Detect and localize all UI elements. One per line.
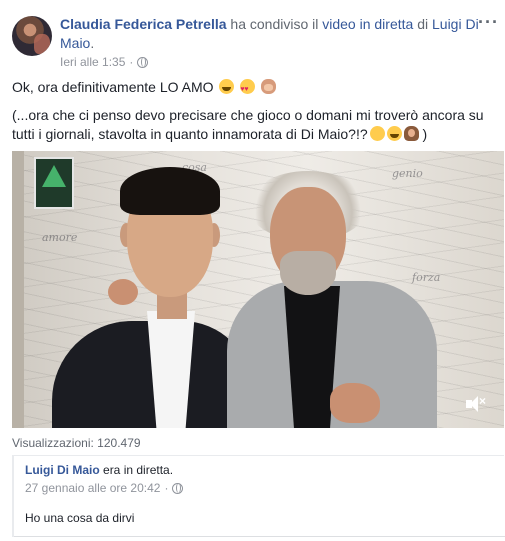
post-text-1: Ok, ora definitivamente LO AMO: [12, 79, 214, 95]
author-name-link[interactable]: Claudia Federica Petrella: [60, 16, 227, 32]
laughing-emoji-icon: [386, 126, 402, 141]
facebook-post: Claudia Federica Petrella ha condiviso i…: [0, 0, 505, 541]
post-meta: Ieri alle 1:35 ·: [60, 55, 149, 69]
person-left-hair: [120, 167, 220, 215]
shared-timestamp[interactable]: 27 gennaio alle ore 20:42: [25, 481, 160, 495]
shared-message: Ho una cosa da dirvi: [25, 511, 135, 525]
see-no-evil-monkey-emoji-icon: [261, 79, 277, 94]
shared-author-link[interactable]: Luigi Di Maio: [25, 463, 100, 477]
author-avatar[interactable]: [12, 16, 52, 56]
laughing-emoji-icon: [219, 79, 235, 94]
live-video-link[interactable]: video in diretta: [322, 16, 413, 32]
shared-meta: 27 gennaio alle ore 20:42 ·: [25, 481, 184, 495]
views-label: Visualizzazioni:: [12, 436, 94, 450]
views-count: Visualizzazioni: 120.479: [12, 436, 141, 450]
shared-status: era in diretta.: [103, 463, 174, 477]
hand-on-shoulder: [108, 279, 138, 305]
wall-scribble: genio: [392, 167, 423, 180]
wall-scribble: amore: [42, 231, 78, 244]
divider: [14, 536, 505, 537]
globe-icon[interactable]: [172, 482, 184, 494]
post-text-paragraph-2: (...ora che ci penso devo precisare che …: [12, 106, 492, 144]
meta-separator: ·: [129, 55, 134, 69]
person-right-hand: [330, 383, 380, 423]
globe-icon[interactable]: [137, 56, 149, 68]
shared-header: Luigi Di Maio era in diretta.: [25, 463, 173, 477]
wall-sign: [34, 157, 74, 209]
speaker-muted-icon[interactable]: ×: [466, 394, 488, 412]
header-period: .: [90, 35, 95, 51]
preposition-text: di: [417, 16, 429, 32]
video-player[interactable]: cosa genio forza grazie amore ×: [12, 151, 504, 428]
post-header: Claudia Federica Petrella ha condiviso i…: [60, 15, 480, 53]
post-options-icon[interactable]: ···: [478, 12, 499, 33]
meta-separator: ·: [164, 481, 169, 495]
door-frame: [12, 151, 24, 428]
mute-x: ×: [479, 394, 487, 408]
shared-live-card: Luigi Di Maio era in diretta. 27 gennaio…: [12, 455, 505, 537]
thinking-emoji-icon: [369, 126, 385, 141]
post-text-line-1: Ok, ora definitivamente LO AMO: [12, 78, 277, 99]
person-right-beard: [280, 251, 336, 295]
woman-facepalm-emoji-icon: [403, 126, 419, 141]
wall-scribble: forza: [412, 271, 441, 284]
post-timestamp[interactable]: Ieri alle 1:35: [60, 55, 125, 69]
share-action-text: ha condiviso il: [230, 16, 319, 32]
heart-eyes-emoji-icon: [240, 79, 256, 99]
views-number: 120.479: [97, 436, 141, 450]
post-text-2-end: ): [422, 126, 428, 142]
